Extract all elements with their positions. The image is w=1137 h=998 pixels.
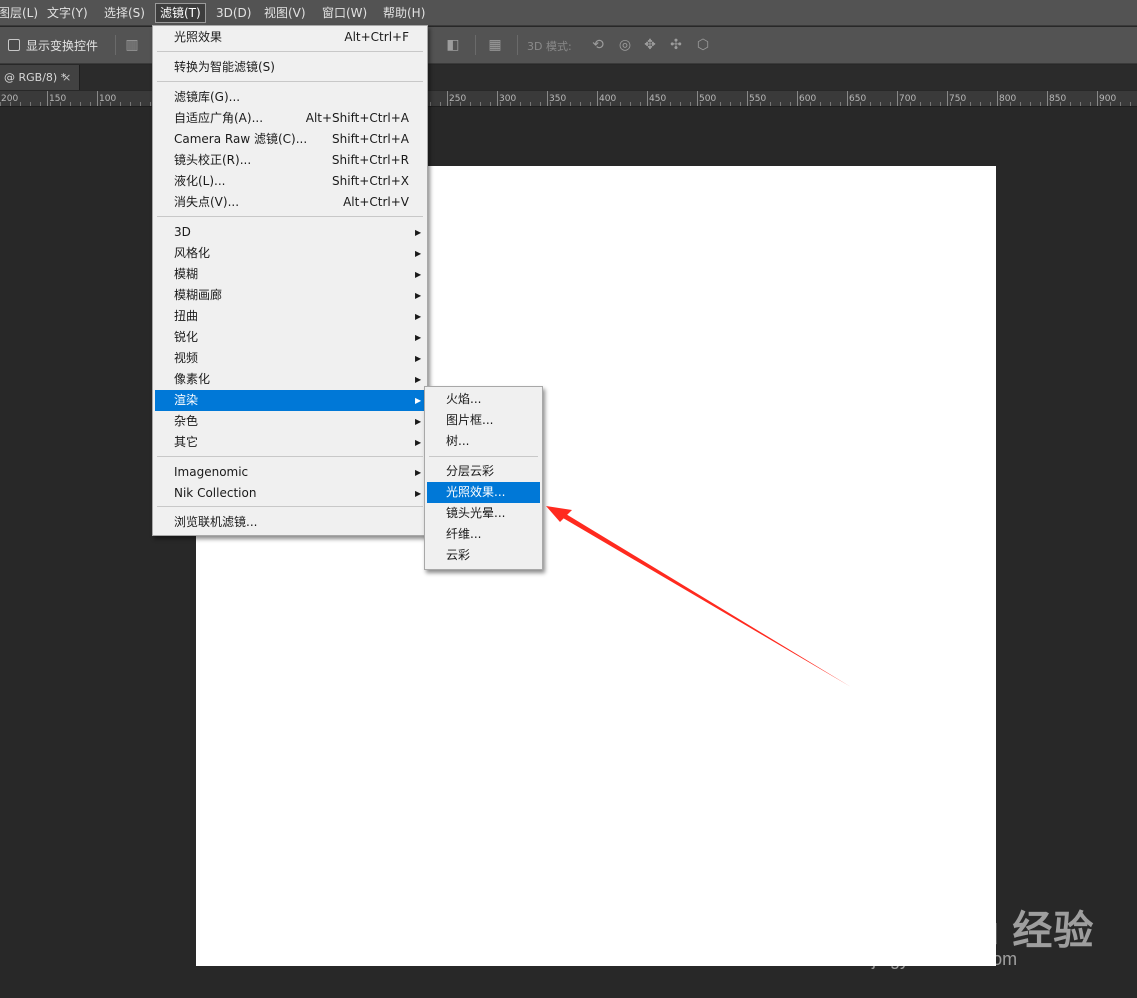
baidu-watermark-logo: Bai du 经验 (872, 909, 1095, 953)
annotation-arrow-shaft (556, 508, 851, 687)
baidu-watermark-url: jingyan.baidu.com (872, 949, 1018, 969)
annotation-arrow (546, 506, 851, 687)
